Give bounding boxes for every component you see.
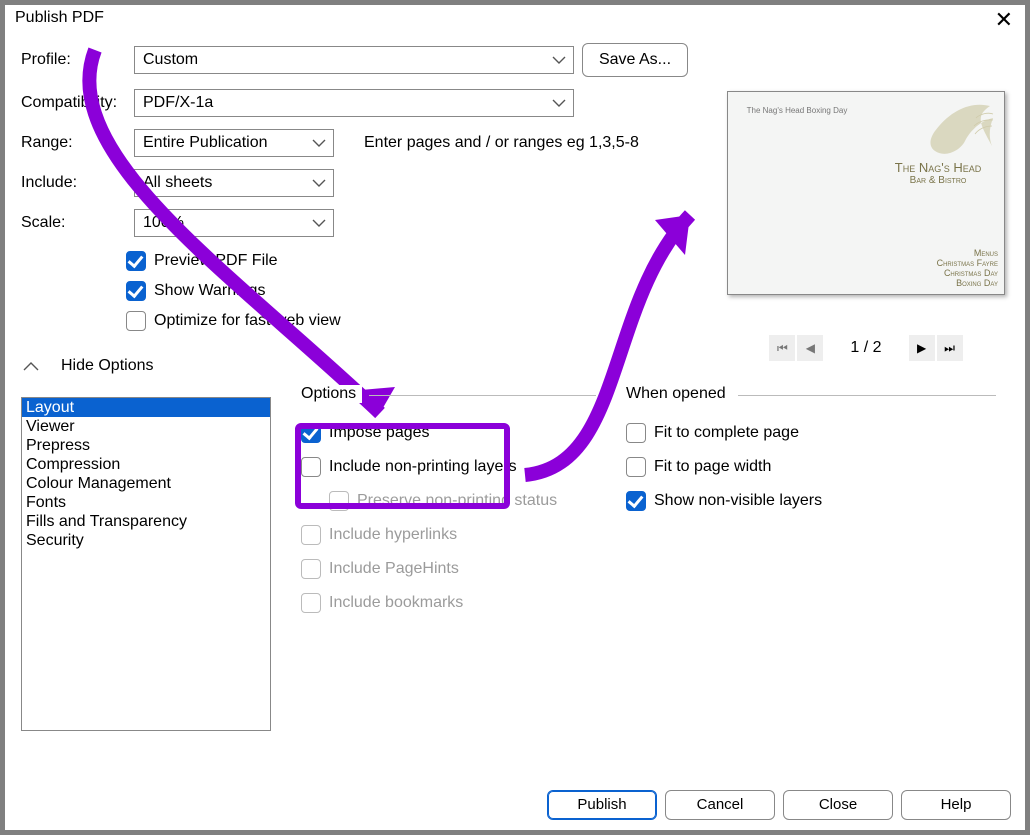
cat-item-layout[interactable]: Layout: [22, 398, 270, 417]
include-combo[interactable]: All sheets: [134, 169, 334, 197]
scale-combo[interactable]: 100%: [134, 209, 334, 237]
last-page-icon: ⏭: [944, 341, 955, 356]
close-icon[interactable]: ✕: [989, 7, 1019, 33]
label-compat: Compatibility:: [21, 94, 126, 112]
chevron-down-icon: [551, 95, 567, 111]
preview-pane: The Nag's Head Boxing Day The Nag's Head…: [721, 91, 1011, 381]
cancel-button[interactable]: Cancel: [665, 790, 775, 820]
lower-panels: Layout Viewer Prepress Compression Colou…: [21, 397, 1009, 731]
profile-combo[interactable]: Custom: [134, 46, 574, 74]
options-legend: Options: [301, 385, 362, 403]
cat-item-colour[interactable]: Colour Management: [22, 474, 270, 493]
options-fieldset: Options Impose pages Include non-printin…: [301, 397, 596, 731]
compat-value: PDF/X-1a: [135, 90, 573, 116]
category-list[interactable]: Layout Viewer Prepress Compression Colou…: [21, 397, 271, 731]
horse-icon: [880, 96, 1000, 166]
cat-item-security[interactable]: Security: [22, 531, 270, 550]
chevron-up-icon: [21, 359, 41, 373]
save-as-button[interactable]: Save As...: [582, 43, 688, 77]
preview-pager: ⏮ ◀ 1 / 2 ▶ ⏭: [721, 335, 1011, 361]
when-opened-fieldset: When opened Fit to complete page Fit to …: [626, 397, 996, 731]
check-hyperlinks: Include hyperlinks: [301, 525, 596, 545]
checkbox-icon: [626, 457, 646, 477]
dialog-title: Publish PDF: [15, 9, 104, 26]
chevron-down-icon: [311, 135, 327, 151]
pager-next-button[interactable]: ▶: [909, 335, 935, 361]
publish-button[interactable]: Publish: [547, 790, 657, 820]
cat-item-prepress[interactable]: Prepress: [22, 436, 270, 455]
pager-last-button[interactable]: ⏭: [937, 335, 963, 361]
next-page-icon: ▶: [917, 341, 926, 355]
dialog-publish-pdf: Publish PDF ✕ Profile: Custom Save As...…: [0, 0, 1030, 835]
when-opened-legend: When opened: [626, 385, 732, 403]
pager-first-button[interactable]: ⏮: [769, 335, 795, 361]
help-button[interactable]: Help: [901, 790, 1011, 820]
checkbox-icon: [301, 423, 321, 443]
profile-value: Custom: [135, 47, 573, 73]
preview-thumbnail: The Nag's Head Boxing Day The Nag's Head…: [727, 91, 1005, 295]
close-button[interactable]: Close: [783, 790, 893, 820]
check-nonprint-layers[interactable]: Include non-printing layers: [301, 457, 596, 477]
check-preserve-nonprint: Preserve non-printing status: [329, 491, 596, 511]
cat-item-viewer[interactable]: Viewer: [22, 417, 270, 436]
label-range: Range:: [21, 134, 126, 152]
cat-item-compression[interactable]: Compression: [22, 455, 270, 474]
check-show-nonvis[interactable]: Show non-visible layers: [626, 491, 996, 511]
checkbox-icon: [301, 559, 321, 579]
range-hint: Enter pages and / or ranges eg 1,3,5-8: [364, 134, 672, 152]
check-bookmarks: Include bookmarks: [301, 593, 596, 613]
thumb-caption: The Nag's Head Boxing Day: [747, 106, 848, 115]
include-value: All sheets: [135, 170, 333, 196]
checkbox-icon: [626, 423, 646, 443]
checkbox-icon: [301, 593, 321, 613]
check-fit-page[interactable]: Fit to complete page: [626, 423, 996, 443]
label-profile: Profile:: [21, 51, 126, 69]
check-fit-width[interactable]: Fit to page width: [626, 457, 996, 477]
check-impose[interactable]: Impose pages: [301, 423, 596, 443]
range-value: Entire Publication: [135, 130, 333, 156]
check-pagehints: Include PageHints: [301, 559, 596, 579]
range-combo[interactable]: Entire Publication: [134, 129, 334, 157]
chevron-down-icon: [311, 215, 327, 231]
prev-page-icon: ◀: [806, 341, 815, 355]
footer-buttons: Publish Cancel Close Help: [547, 790, 1011, 820]
checkbox-icon: [126, 281, 146, 301]
label-scale: Scale:: [21, 214, 126, 232]
pager-prev-button[interactable]: ◀: [797, 335, 823, 361]
compat-combo[interactable]: PDF/X-1a: [134, 89, 574, 117]
cat-item-fonts[interactable]: Fonts: [22, 493, 270, 512]
thumb-menus: Menus Christmas Fayre Christmas Day Boxi…: [937, 248, 998, 288]
checkbox-icon: [126, 251, 146, 271]
titlebar: Publish PDF ✕: [5, 5, 1025, 31]
chevron-down-icon: [551, 52, 567, 68]
checkbox-icon: [126, 311, 146, 331]
pager-status: 1 / 2: [850, 339, 881, 357]
thumb-title: The Nag's Head Bar & Bistro: [878, 160, 998, 186]
label-include: Include:: [21, 174, 126, 192]
checkbox-icon: [626, 491, 646, 511]
chevron-down-icon: [311, 175, 327, 191]
checkbox-icon: [301, 457, 321, 477]
hide-options-label: Hide Options: [61, 357, 154, 375]
first-page-icon: ⏮: [777, 341, 788, 356]
scale-value: 100%: [135, 210, 333, 236]
checkbox-icon: [301, 525, 321, 545]
cat-item-fills[interactable]: Fills and Transparency: [22, 512, 270, 531]
checkbox-icon: [329, 491, 349, 511]
